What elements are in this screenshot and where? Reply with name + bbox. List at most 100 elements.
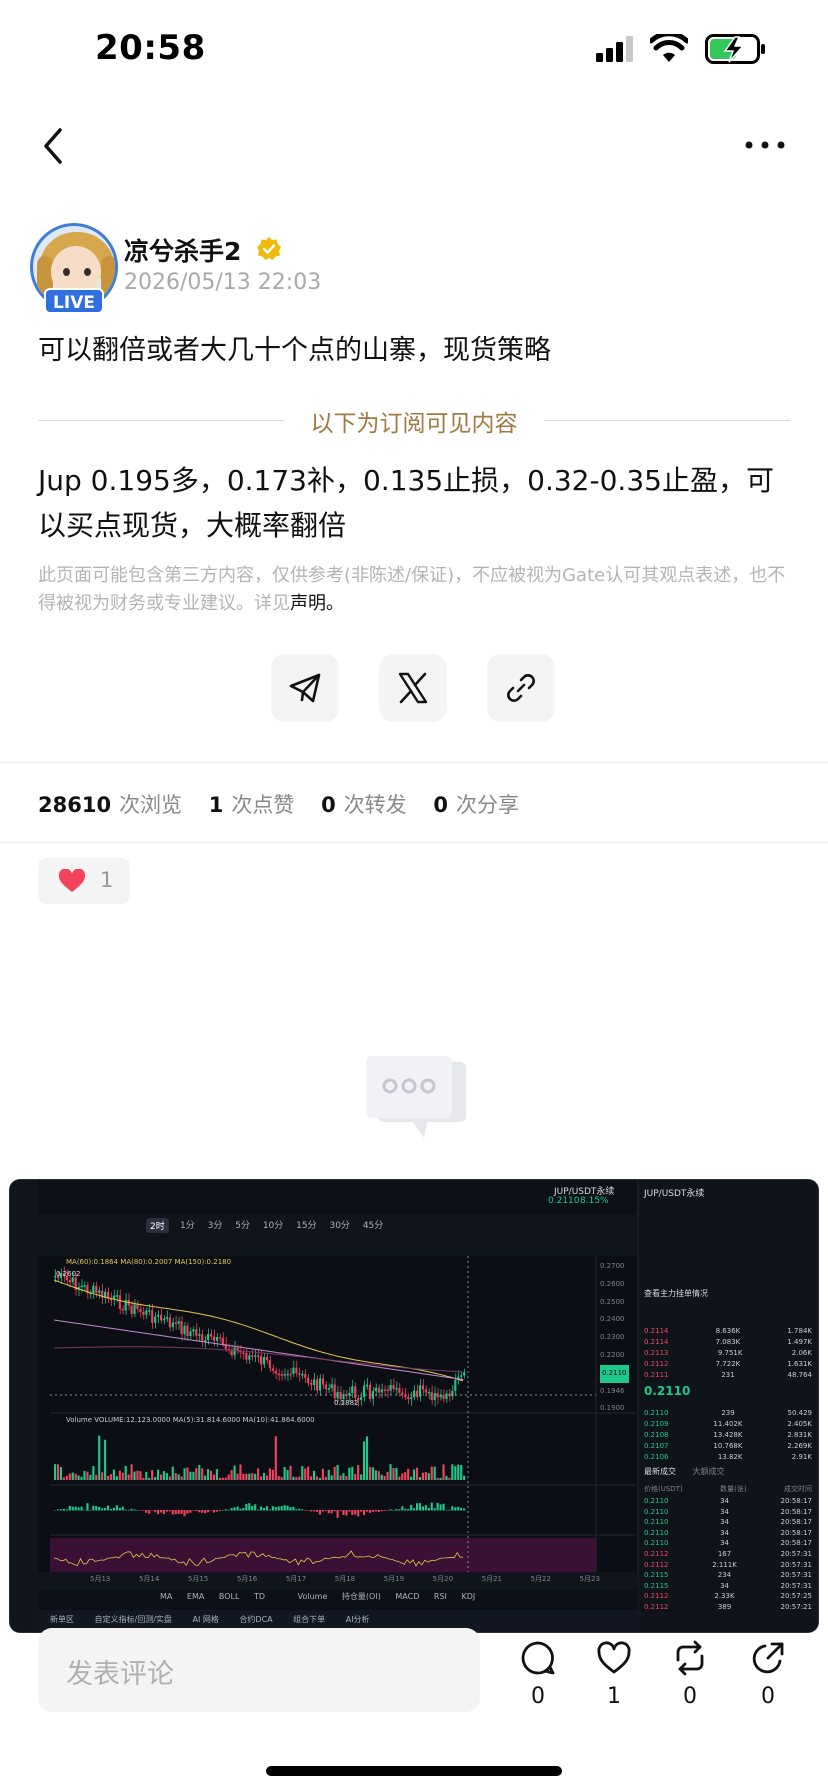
share-x-button[interactable] [379, 654, 447, 722]
trade-row[interactable]: 0.2112 2.111K 20:57:31 [644, 1560, 812, 1571]
author-name[interactable]: 凉兮杀手2 [124, 232, 241, 268]
like-button[interactable]: 1 [586, 1640, 642, 1709]
tab-5m[interactable]: 5分 [235, 1221, 250, 1231]
indicator-ma[interactable]: MA [160, 1592, 172, 1601]
bottom-tab[interactable]: 自定义指标/回测/实盘 [95, 1615, 172, 1624]
comment-input[interactable]: 发表评论 [38, 1628, 480, 1712]
orderbook-row[interactable]: 0.2106 13.82K 2.91K [644, 1452, 812, 1463]
orderbook-row[interactable]: 0.2114 7.083K 1.497K [644, 1337, 812, 1348]
cell-qty: 389 [717, 1602, 732, 1611]
bottom-tab[interactable]: AI分析 [346, 1615, 370, 1624]
tab-15m[interactable]: 15分 [296, 1221, 316, 1231]
trade-row[interactable]: 0.2115 34 20:57:31 [644, 1581, 812, 1592]
trade-row[interactable]: 0.2110 34 20:58:17 [644, 1517, 812, 1528]
indicator-td[interactable]: TD [254, 1592, 265, 1601]
candle-body [348, 1393, 351, 1396]
trade-row[interactable]: 0.2115 234 20:57:31 [644, 1570, 812, 1581]
trade-row[interactable]: 0.2110 34 20:58:17 [644, 1528, 812, 1539]
macd-bar [374, 1510, 377, 1512]
bottom-tab[interactable]: 组合下单 [293, 1615, 325, 1624]
comment-button[interactable]: 0 [510, 1640, 566, 1709]
macd-bar [204, 1510, 207, 1514]
orderbook-row[interactable]: 0.2110 239 50.429 [644, 1408, 812, 1419]
tab-3m[interactable]: 3分 [208, 1221, 223, 1231]
volume-bar [224, 1477, 227, 1480]
cell-qty: 234 [717, 1571, 732, 1580]
tab-1m[interactable]: 1分 [180, 1221, 195, 1231]
disclaimer-link[interactable]: 声明。 [290, 593, 344, 614]
live-badge[interactable]: LIVE [44, 288, 104, 314]
volume-bar [286, 1469, 289, 1480]
indicator-kdj[interactable]: KDJ [461, 1592, 475, 1601]
volume-bar [242, 1473, 245, 1480]
disclaimer-text: 此页面可能包含第三方内容，仅供参考(非陈述/保证)，不应被视为Gate认可其观点… [38, 565, 786, 614]
trade-row[interactable]: 0.2110 34 20:58:17 [644, 1496, 812, 1507]
tab-large-trades[interactable]: 大额成交 [693, 1467, 725, 1476]
indicator-boll[interactable]: BOLL [219, 1592, 240, 1601]
candle-body [165, 1317, 168, 1319]
volume-bar [227, 1474, 230, 1480]
trade-row[interactable]: 0.2112 2.33K 20:57:25 [644, 1591, 812, 1602]
candle-body [177, 1321, 180, 1324]
macd-bar [301, 1509, 304, 1511]
orderbook-row[interactable]: 0.2114 8.636K 1.784K [644, 1326, 812, 1337]
trade-row[interactable]: 0.2110 34 20:58:17 [644, 1538, 812, 1549]
chart-overlay-window[interactable]: JUP/USDT永续 0.2110 8.15% 2时 1分 3分 5分 10分 … [10, 1180, 818, 1632]
back-icon[interactable] [38, 126, 68, 166]
macd-bar [207, 1510, 210, 1513]
macd-bar [283, 1505, 286, 1511]
volume-bar [348, 1467, 351, 1480]
indicator-oi[interactable]: 持仓量(OI) [342, 1592, 381, 1601]
x-icon [398, 672, 428, 704]
macd-bar [121, 1506, 124, 1511]
candle-body [363, 1385, 366, 1398]
comment-count: 0 [531, 1684, 545, 1709]
indicator-ema[interactable]: EMA [187, 1592, 204, 1601]
volume-bar [386, 1471, 389, 1480]
bottom-tab[interactable]: 合约DCA [239, 1615, 272, 1624]
orderbook-row[interactable]: 0.2112 7.722K 1.631K [644, 1359, 812, 1370]
macd-bar [324, 1510, 327, 1511]
tab-30m[interactable]: 30分 [329, 1221, 349, 1231]
volume-bar [127, 1474, 130, 1480]
indicator-volume[interactable]: Volume [298, 1592, 328, 1601]
home-indicator[interactable] [266, 1766, 562, 1776]
share-telegram-button[interactable] [271, 654, 339, 722]
indicator-macd[interactable]: MACD [395, 1592, 419, 1601]
indicator-rsi[interactable]: RSI [434, 1592, 447, 1601]
more-options-icon[interactable] [744, 130, 786, 160]
bottom-tab[interactable]: AI 网格 [192, 1615, 218, 1624]
repost-button[interactable]: 0 [662, 1640, 718, 1709]
orderbook-title[interactable]: JUP/USDT永续 [644, 1186, 704, 1199]
volume-bar [239, 1464, 242, 1480]
orderbook-subtitle[interactable]: 查看主力挂单情况 [644, 1288, 708, 1299]
tab-10m[interactable]: 10分 [263, 1221, 283, 1231]
macd-bar [130, 1508, 133, 1511]
orderbook-row[interactable]: 0.2113 9.751K 2.06K [644, 1348, 812, 1359]
trade-row[interactable]: 0.2112 389 20:57:21 [644, 1602, 812, 1613]
candle-body [312, 1379, 316, 1385]
active-timeframe[interactable]: 2时 [146, 1218, 169, 1233]
orderbook-row[interactable]: 0.2111 231 48.764 [644, 1370, 812, 1381]
orderbook-asks: 0.2114 8.636K 1.784K 0.2114 7.083K 1.497K 0.21… [644, 1326, 812, 1381]
tab-latest-trades[interactable]: 最新成交 [644, 1467, 676, 1476]
trades-list: 0.2110 34 20:58:17 0.2110 34 20:58:17 0.2110 34… [644, 1496, 812, 1613]
macd-bar [192, 1510, 195, 1511]
share-button[interactable]: 0 [740, 1640, 796, 1709]
date-tick: 5月17 [285, 1575, 307, 1583]
orderbook-row[interactable]: 0.2109 11.402K 2.405K [644, 1419, 812, 1430]
cell-qty: 10.768K [713, 1442, 743, 1450]
cell-qty: 8.636K [715, 1327, 741, 1335]
tab-45m[interactable]: 45分 [363, 1221, 383, 1231]
candle-body [386, 1389, 389, 1392]
cell-price: 0.2114 [644, 1338, 669, 1346]
copy-link-button[interactable] [487, 654, 555, 722]
signal-icon [596, 36, 633, 62]
orderbook-row[interactable]: 0.2108 13.428K 2.831K [644, 1430, 812, 1441]
volume-bar [415, 1467, 419, 1480]
trade-row[interactable]: 0.2112 167 20:57:31 [644, 1549, 812, 1560]
heart-reaction-button[interactable]: 1 [38, 858, 130, 904]
orderbook-row[interactable]: 0.2107 10.768K 2.269K [644, 1441, 812, 1452]
bottom-tab[interactable]: 新单区 [50, 1615, 74, 1624]
trade-row[interactable]: 0.2110 34 20:58:17 [644, 1507, 812, 1518]
